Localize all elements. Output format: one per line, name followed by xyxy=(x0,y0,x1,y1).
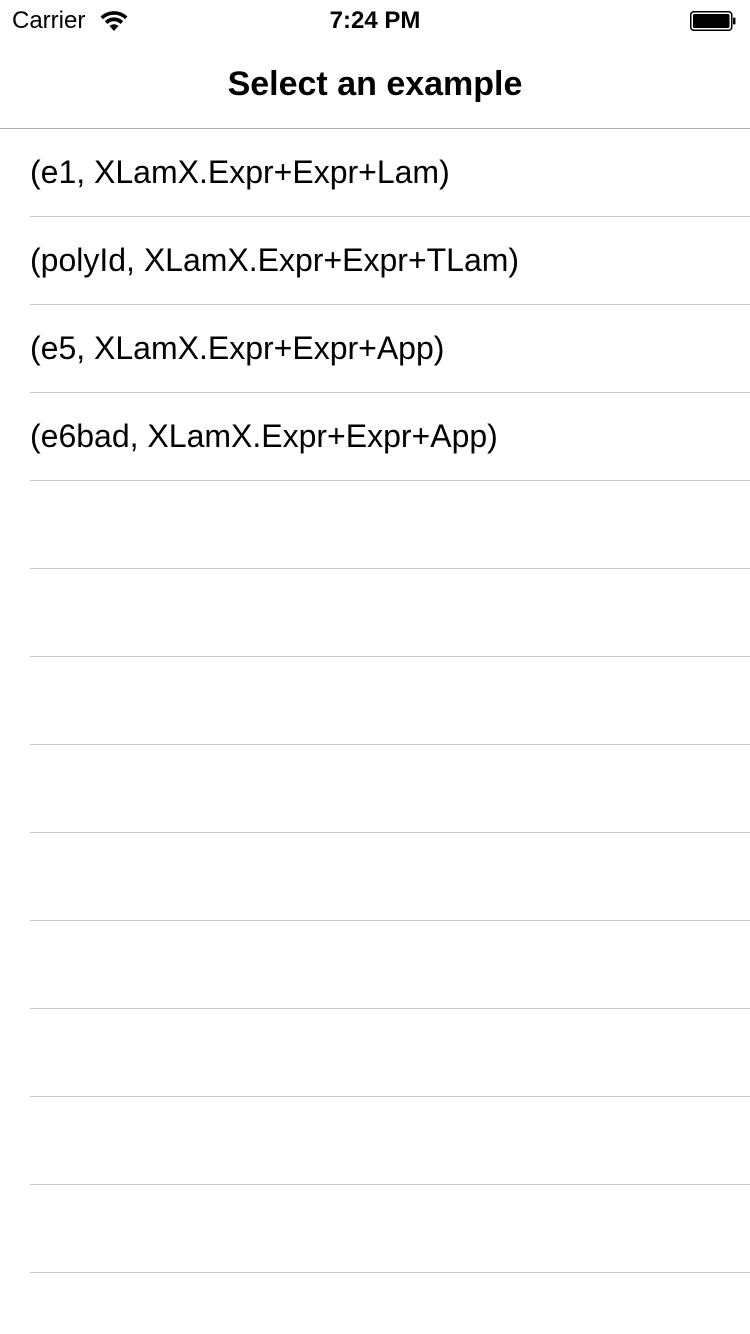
navigation-bar: Select an example xyxy=(0,40,750,129)
list-item-label: (e6bad, XLamX.Expr+Expr+App) xyxy=(30,418,498,454)
status-time: 7:24 PM xyxy=(329,7,421,34)
list-item-label: (e1, XLamX.Expr+Expr+Lam) xyxy=(30,154,450,190)
screen: Carrier 7:24 PM Select an example (e1, X… xyxy=(0,0,750,1334)
list-item[interactable]: (e1, XLamX.Expr+Expr+Lam) xyxy=(30,129,750,217)
empty-list-row xyxy=(30,745,750,833)
battery-icon xyxy=(690,11,736,31)
empty-list-row xyxy=(30,1009,750,1097)
empty-list-row xyxy=(30,657,750,745)
list-item-label: (e5, XLamX.Expr+Expr+App) xyxy=(30,330,445,366)
empty-list-row xyxy=(30,569,750,657)
empty-list-row xyxy=(30,833,750,921)
empty-list-row xyxy=(30,1273,750,1334)
empty-list-row xyxy=(30,481,750,569)
examples-list[interactable]: (e1, XLamX.Expr+Expr+Lam) (polyId, XLamX… xyxy=(0,129,750,1334)
list-item[interactable]: (e6bad, XLamX.Expr+Expr+App) xyxy=(30,393,750,481)
list-item[interactable]: (polyId, XLamX.Expr+Expr+TLam) xyxy=(30,217,750,305)
page-title: Select an example xyxy=(227,65,523,103)
empty-list-row xyxy=(30,1185,750,1273)
empty-list-row xyxy=(30,921,750,1009)
status-bar: Carrier 7:24 PM xyxy=(0,0,750,40)
list-item-label: (polyId, XLamX.Expr+Expr+TLam) xyxy=(30,242,520,278)
empty-list-row xyxy=(30,1097,750,1185)
list-item[interactable]: (e5, XLamX.Expr+Expr+App) xyxy=(30,305,750,393)
